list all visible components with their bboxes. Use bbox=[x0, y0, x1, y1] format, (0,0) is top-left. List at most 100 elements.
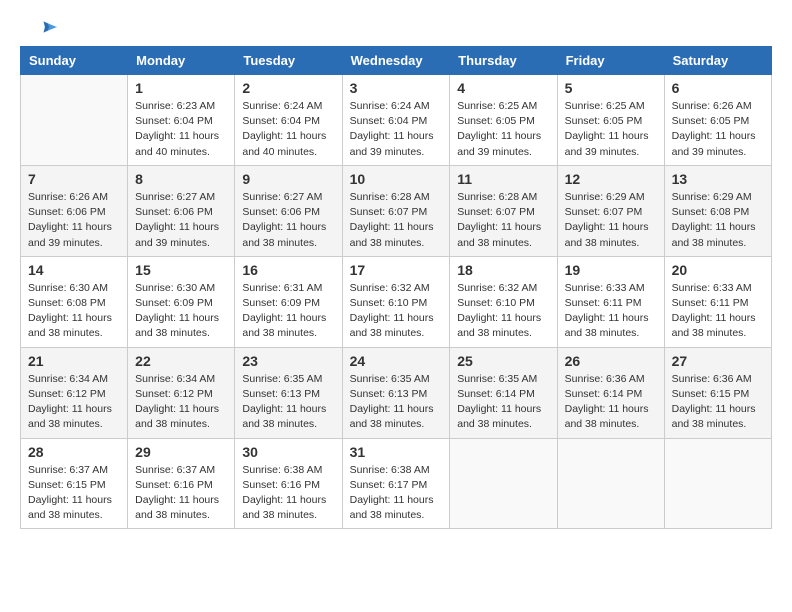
day-info: Sunrise: 6:26 AMSunset: 6:06 PMDaylight:… bbox=[28, 190, 120, 251]
calendar-header-row: SundayMondayTuesdayWednesdayThursdayFrid… bbox=[21, 47, 772, 75]
calendar-week-row: 1 Sunrise: 6:23 AMSunset: 6:04 PMDaylight… bbox=[21, 75, 772, 166]
weekday-header-wednesday: Wednesday bbox=[342, 47, 450, 75]
calendar-cell: 23 Sunrise: 6:35 AMSunset: 6:13 PMDayligh… bbox=[235, 347, 342, 438]
calendar-cell bbox=[450, 438, 557, 529]
day-number: 24 bbox=[350, 353, 443, 369]
day-info: Sunrise: 6:28 AMSunset: 6:07 PMDaylight:… bbox=[350, 190, 443, 251]
calendar-cell: 31 Sunrise: 6:38 AMSunset: 6:17 PMDayligh… bbox=[342, 438, 450, 529]
day-info: Sunrise: 6:34 AMSunset: 6:12 PMDaylight:… bbox=[28, 372, 120, 433]
calendar-cell: 25 Sunrise: 6:35 AMSunset: 6:14 PMDayligh… bbox=[450, 347, 557, 438]
day-number: 28 bbox=[28, 444, 120, 460]
day-info: Sunrise: 6:38 AMSunset: 6:17 PMDaylight:… bbox=[350, 463, 443, 524]
day-info: Sunrise: 6:38 AMSunset: 6:16 PMDaylight:… bbox=[242, 463, 334, 524]
calendar-cell: 16 Sunrise: 6:31 AMSunset: 6:09 PMDayligh… bbox=[235, 256, 342, 347]
day-number: 27 bbox=[672, 353, 764, 369]
calendar-cell: 26Sunrise: 6:36 AMSunset: 6:14 PMDayligh… bbox=[557, 347, 664, 438]
day-number: 25 bbox=[457, 353, 549, 369]
day-info: Sunrise: 6:33 AMSunset: 6:11 PMDaylight:… bbox=[672, 281, 764, 342]
day-info: Sunrise: 6:24 AMSunset: 6:04 PMDaylight:… bbox=[350, 99, 443, 160]
calendar-cell: 20 Sunrise: 6:33 AMSunset: 6:11 PMDayligh… bbox=[664, 256, 771, 347]
day-info: Sunrise: 6:25 AMSunset: 6:05 PMDaylight:… bbox=[457, 99, 549, 160]
day-number: 16 bbox=[242, 262, 334, 278]
calendar-table: SundayMondayTuesdayWednesdayThursdayFrid… bbox=[20, 46, 772, 529]
day-info: Sunrise: 6:35 AMSunset: 6:13 PMDaylight:… bbox=[242, 372, 334, 433]
day-info: Sunrise: 6:27 AMSunset: 6:06 PMDaylight:… bbox=[242, 190, 334, 251]
calendar-cell: 9 Sunrise: 6:27 AMSunset: 6:06 PMDaylight… bbox=[235, 165, 342, 256]
calendar-cell: 29 Sunrise: 6:37 AMSunset: 6:16 PMDayligh… bbox=[128, 438, 235, 529]
day-number: 9 bbox=[242, 171, 334, 187]
day-info: Sunrise: 6:28 AMSunset: 6:07 PMDaylight:… bbox=[457, 190, 549, 251]
day-info: Sunrise: 6:35 AMSunset: 6:13 PMDaylight:… bbox=[350, 372, 443, 433]
weekday-header-friday: Friday bbox=[557, 47, 664, 75]
weekday-header-thursday: Thursday bbox=[450, 47, 557, 75]
calendar-cell: 19 Sunrise: 6:33 AMSunset: 6:11 PMDayligh… bbox=[557, 256, 664, 347]
calendar-cell bbox=[664, 438, 771, 529]
day-info: Sunrise: 6:37 AMSunset: 6:15 PMDaylight:… bbox=[28, 463, 120, 524]
day-info: Sunrise: 6:36 AMSunset: 6:15 PMDaylight:… bbox=[672, 372, 764, 433]
day-info: Sunrise: 6:34 AMSunset: 6:12 PMDaylight:… bbox=[135, 372, 227, 433]
calendar-cell: 5 Sunrise: 6:25 AMSunset: 6:05 PMDaylight… bbox=[557, 75, 664, 166]
calendar-cell: 4 Sunrise: 6:25 AMSunset: 6:05 PMDaylight… bbox=[450, 75, 557, 166]
calendar-cell: 12Sunrise: 6:29 AMSunset: 6:07 PMDayligh… bbox=[557, 165, 664, 256]
logo bbox=[20, 20, 60, 36]
calendar-cell: 1 Sunrise: 6:23 AMSunset: 6:04 PMDaylight… bbox=[128, 75, 235, 166]
calendar-cell: 27 Sunrise: 6:36 AMSunset: 6:15 PMDayligh… bbox=[664, 347, 771, 438]
day-number: 13 bbox=[672, 171, 764, 187]
calendar-cell: 30 Sunrise: 6:38 AMSunset: 6:16 PMDayligh… bbox=[235, 438, 342, 529]
day-info: Sunrise: 6:37 AMSunset: 6:16 PMDaylight:… bbox=[135, 463, 227, 524]
day-number: 23 bbox=[242, 353, 334, 369]
day-number: 8 bbox=[135, 171, 227, 187]
day-number: 10 bbox=[350, 171, 443, 187]
day-number: 17 bbox=[350, 262, 443, 278]
day-number: 22 bbox=[135, 353, 227, 369]
calendar-cell bbox=[557, 438, 664, 529]
calendar-week-row: 7Sunrise: 6:26 AMSunset: 6:06 PMDaylight… bbox=[21, 165, 772, 256]
day-info: Sunrise: 6:30 AMSunset: 6:08 PMDaylight:… bbox=[28, 281, 120, 342]
day-number: 2 bbox=[242, 80, 334, 96]
day-number: 26 bbox=[565, 353, 657, 369]
day-number: 1 bbox=[135, 80, 227, 96]
day-number: 29 bbox=[135, 444, 227, 460]
day-number: 21 bbox=[28, 353, 120, 369]
calendar-cell: 18 Sunrise: 6:32 AMSunset: 6:10 PMDayligh… bbox=[450, 256, 557, 347]
calendar-cell: 22 Sunrise: 6:34 AMSunset: 6:12 PMDayligh… bbox=[128, 347, 235, 438]
day-number: 19 bbox=[565, 262, 657, 278]
calendar-week-row: 21 Sunrise: 6:34 AMSunset: 6:12 PMDayligh… bbox=[21, 347, 772, 438]
calendar-cell: 2 Sunrise: 6:24 AMSunset: 6:04 PMDaylight… bbox=[235, 75, 342, 166]
day-info: Sunrise: 6:31 AMSunset: 6:09 PMDaylight:… bbox=[242, 281, 334, 342]
calendar-cell: 7Sunrise: 6:26 AMSunset: 6:06 PMDaylight… bbox=[21, 165, 128, 256]
day-info: Sunrise: 6:25 AMSunset: 6:05 PMDaylight:… bbox=[565, 99, 657, 160]
day-info: Sunrise: 6:29 AMSunset: 6:07 PMDaylight:… bbox=[565, 190, 657, 251]
day-info: Sunrise: 6:35 AMSunset: 6:14 PMDaylight:… bbox=[457, 372, 549, 433]
day-info: Sunrise: 6:32 AMSunset: 6:10 PMDaylight:… bbox=[350, 281, 443, 342]
day-number: 15 bbox=[135, 262, 227, 278]
day-number: 4 bbox=[457, 80, 549, 96]
weekday-header-saturday: Saturday bbox=[664, 47, 771, 75]
day-number: 18 bbox=[457, 262, 549, 278]
day-info: Sunrise: 6:33 AMSunset: 6:11 PMDaylight:… bbox=[565, 281, 657, 342]
day-info: Sunrise: 6:32 AMSunset: 6:10 PMDaylight:… bbox=[457, 281, 549, 342]
day-number: 6 bbox=[672, 80, 764, 96]
day-info: Sunrise: 6:30 AMSunset: 6:09 PMDaylight:… bbox=[135, 281, 227, 342]
calendar-cell: 14Sunrise: 6:30 AMSunset: 6:08 PMDayligh… bbox=[21, 256, 128, 347]
calendar-cell: 11 Sunrise: 6:28 AMSunset: 6:07 PMDayligh… bbox=[450, 165, 557, 256]
weekday-header-sunday: Sunday bbox=[21, 47, 128, 75]
day-number: 5 bbox=[565, 80, 657, 96]
calendar-cell: 13Sunrise: 6:29 AMSunset: 6:08 PMDayligh… bbox=[664, 165, 771, 256]
day-number: 20 bbox=[672, 262, 764, 278]
day-number: 31 bbox=[350, 444, 443, 460]
day-info: Sunrise: 6:24 AMSunset: 6:04 PMDaylight:… bbox=[242, 99, 334, 160]
calendar-cell bbox=[21, 75, 128, 166]
page-header bbox=[20, 20, 772, 36]
day-number: 30 bbox=[242, 444, 334, 460]
calendar-week-row: 14Sunrise: 6:30 AMSunset: 6:08 PMDayligh… bbox=[21, 256, 772, 347]
day-info: Sunrise: 6:23 AMSunset: 6:04 PMDaylight:… bbox=[135, 99, 227, 160]
day-info: Sunrise: 6:26 AMSunset: 6:05 PMDaylight:… bbox=[672, 99, 764, 160]
calendar-week-row: 28 Sunrise: 6:37 AMSunset: 6:15 PMDayligh… bbox=[21, 438, 772, 529]
day-number: 11 bbox=[457, 171, 549, 187]
calendar-cell: 6 Sunrise: 6:26 AMSunset: 6:05 PMDaylight… bbox=[664, 75, 771, 166]
weekday-header-tuesday: Tuesday bbox=[235, 47, 342, 75]
calendar-cell: 3Sunrise: 6:24 AMSunset: 6:04 PMDaylight… bbox=[342, 75, 450, 166]
day-info: Sunrise: 6:27 AMSunset: 6:06 PMDaylight:… bbox=[135, 190, 227, 251]
calendar-cell: 21 Sunrise: 6:34 AMSunset: 6:12 PMDayligh… bbox=[21, 347, 128, 438]
